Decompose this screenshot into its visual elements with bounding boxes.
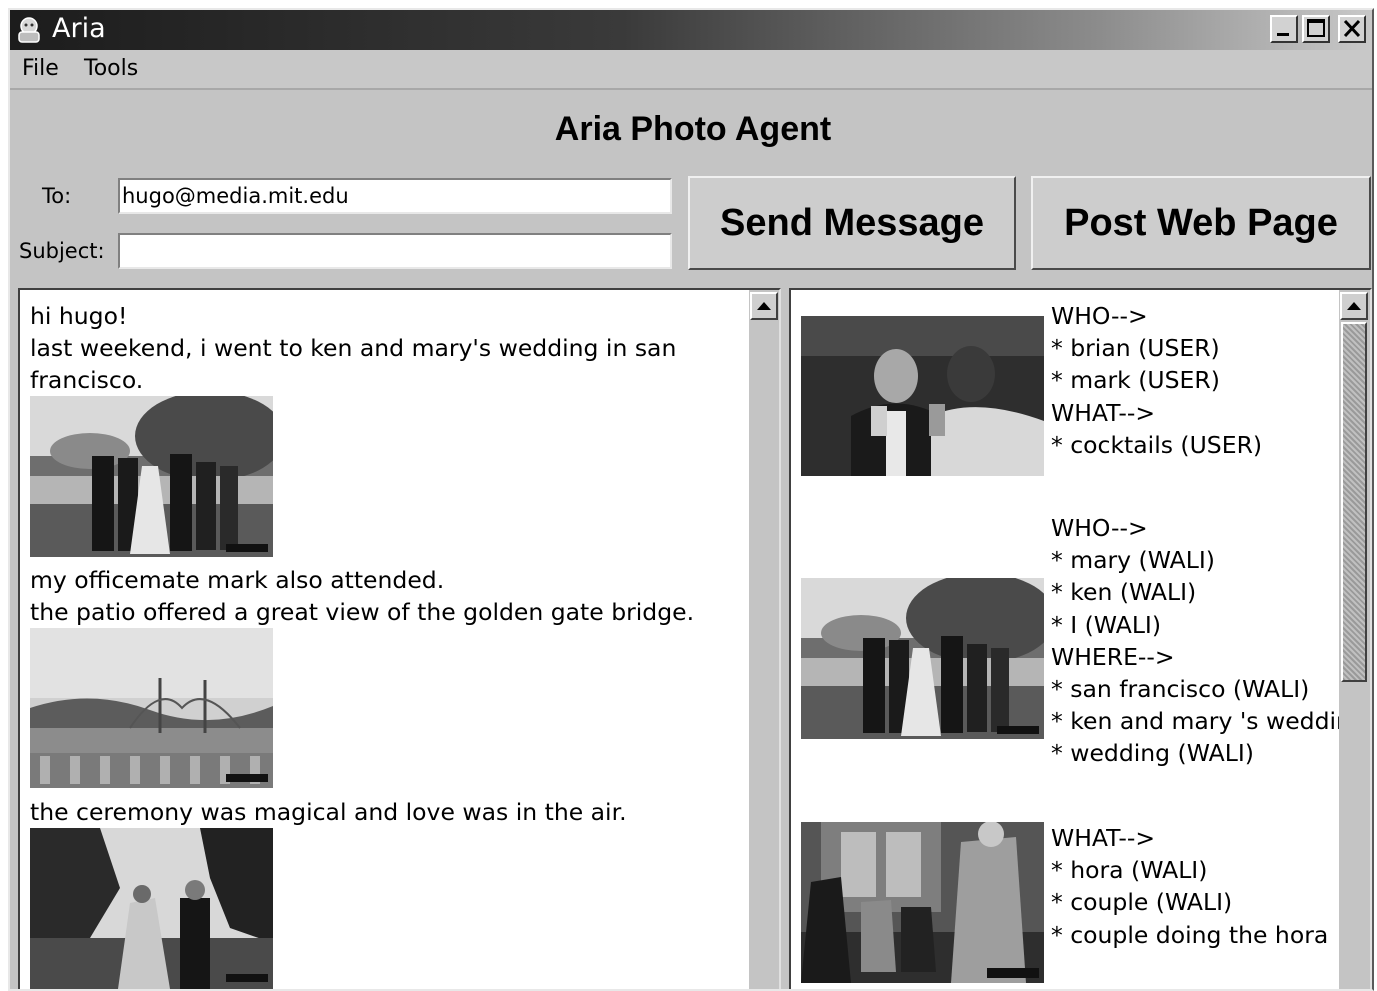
message-line: my officemate mark also attended. — [30, 566, 445, 594]
message-paragraph-1: hi hugo! last weekend, i went to ken and… — [30, 300, 676, 396]
menu-bar: File Tools — [10, 50, 1372, 90]
annotation-line: WHAT--> — [1051, 824, 1156, 852]
annotation-block-3: WHAT--> * hora (WALI) * couple (WALI) * … — [1051, 822, 1328, 951]
annotation-line: WHO--> — [1051, 302, 1148, 330]
annotation-line: * cocktails (USER) — [1051, 430, 1263, 459]
annotation-line: * hora (WALI) — [1051, 856, 1208, 885]
hora-dance-photo[interactable] — [801, 822, 1044, 983]
scroll-thumb[interactable] — [1341, 322, 1367, 682]
annotation-line: * brian (USER) — [1051, 334, 1220, 363]
wedding-group-thumbnail[interactable] — [801, 578, 1044, 739]
arrow-up-icon — [757, 302, 771, 310]
app-icon — [18, 17, 40, 43]
annotation-line: * wedding (WALI) — [1051, 739, 1254, 768]
annotation-block-1: WHO--> * brian (USER) * mark (USER) WHAT… — [1051, 300, 1262, 461]
scroll-up-button[interactable] — [750, 292, 778, 320]
maximize-icon — [1307, 19, 1325, 37]
annotation-line: * mark (USER) — [1051, 366, 1220, 395]
message-editor[interactable]: hi hugo! last weekend, i went to ken and… — [18, 288, 781, 989]
window-title: Aria — [52, 13, 106, 44]
minimize-icon — [1277, 33, 1289, 36]
annotation-line: WHERE--> — [1051, 642, 1175, 671]
cocktails-photo[interactable] — [801, 316, 1044, 476]
maximize-button[interactable] — [1302, 15, 1330, 43]
annotation-line: * couple doing the hora — [1051, 920, 1329, 949]
message-line: francisco. — [30, 366, 144, 394]
annotation-line: * I (WALI) — [1051, 610, 1162, 639]
close-icon — [1343, 19, 1361, 38]
menu-tools[interactable]: Tools — [84, 56, 138, 81]
menu-file[interactable]: File — [22, 56, 59, 81]
page-title: Aria Photo Agent — [554, 110, 832, 148]
subject-field[interactable] — [118, 233, 672, 269]
send-message-button[interactable]: Send Message — [688, 176, 1016, 270]
annotation-line: * mary (WALI) — [1051, 546, 1215, 575]
close-button[interactable] — [1338, 15, 1366, 43]
annotation-line: WHAT--> — [1051, 398, 1156, 427]
wedding-ceremony-photo[interactable] — [30, 828, 273, 989]
subject-label: Subject: — [19, 239, 105, 263]
to-label: To: — [42, 184, 72, 208]
message-paragraph-3: the ceremony was magical and love was in… — [30, 796, 627, 828]
arrow-up-icon — [1347, 302, 1361, 310]
annotation-scrollbar[interactable] — [1339, 290, 1370, 989]
annotation-line: * ken (WALI) — [1051, 578, 1197, 607]
message-line: the patio offered a great view of the go… — [30, 598, 695, 626]
aria-window: Aria File Tools Aria Photo Agent To: Sub… — [8, 8, 1374, 991]
wedding-group-photo[interactable] — [30, 396, 273, 557]
message-line: hi hugo! — [30, 302, 128, 330]
annotation-line: * couple (WALI) — [1051, 888, 1233, 917]
minimize-button[interactable] — [1270, 15, 1298, 43]
message-line: the ceremony was magical and love was in… — [30, 798, 627, 826]
message-scrollbar[interactable] — [749, 290, 779, 989]
message-line: last weekend, i went to ken and mary's w… — [30, 334, 677, 362]
annotation-block-2: WHO--> * mary (WALI) * ken (WALI) * I (W… — [1051, 512, 1366, 770]
annotation-line: * ken and mary 's wedding — [1051, 707, 1366, 736]
to-field[interactable] — [118, 178, 672, 214]
annotation-line: WHO--> — [1051, 514, 1148, 542]
message-paragraph-2: my officemate mark also attended. the pa… — [30, 564, 694, 628]
annotation-panel[interactable]: WHO--> * brian (USER) * mark (USER) WHAT… — [789, 288, 1372, 989]
post-web-page-button[interactable]: Post Web Page — [1031, 176, 1371, 270]
title-bar[interactable]: Aria — [10, 10, 1372, 50]
golden-gate-photo[interactable] — [30, 628, 273, 788]
scroll-up-button[interactable] — [1340, 292, 1368, 320]
annotation-line: * san francisco (WALI) — [1051, 675, 1310, 704]
